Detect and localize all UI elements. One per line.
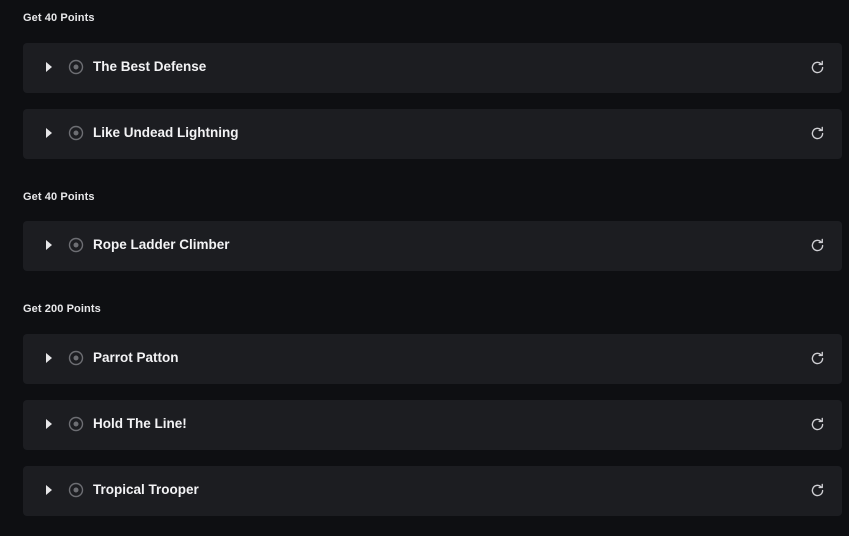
refresh-icon[interactable] [809,125,826,142]
chevron-right-icon[interactable] [46,419,52,429]
radio-unchecked-icon [68,416,84,432]
chevron-right-icon[interactable] [46,353,52,363]
challenge-row-tropical-trooper[interactable]: Tropical Trooper [23,466,842,516]
challenge-row-rope-ladder-climber[interactable]: Rope Ladder Climber [23,221,842,271]
radio-unchecked-icon [68,482,84,498]
challenge-label: The Best Defense [93,59,207,74]
refresh-icon[interactable] [809,416,826,433]
challenge-label: Parrot Patton [93,350,179,365]
chevron-right-icon[interactable] [46,128,52,138]
radio-unchecked-icon [68,125,84,141]
challenge-label: Like Undead Lightning [93,125,239,140]
chevron-right-icon[interactable] [46,485,52,495]
chevron-right-icon[interactable] [46,240,52,250]
challenge-row-the-best-defense[interactable]: The Best Defense [23,43,842,93]
chevron-right-icon[interactable] [46,62,52,72]
radio-unchecked-icon [68,237,84,253]
refresh-icon[interactable] [809,482,826,499]
group-title: Get 40 Points [23,191,95,203]
challenge-row-parrot-patton[interactable]: Parrot Patton [23,334,842,384]
refresh-icon[interactable] [809,59,826,76]
challenge-row-hold-the-line[interactable]: Hold The Line! [23,400,842,450]
refresh-icon[interactable] [809,350,826,367]
refresh-icon[interactable] [809,237,826,254]
challenge-label: Hold The Line! [93,416,187,431]
challenge-label: Rope Ladder Climber [93,237,230,252]
group-title: Get 40 Points [23,12,95,24]
challenge-label: Tropical Trooper [93,482,199,497]
radio-unchecked-icon [68,350,84,366]
challenge-row-like-undead-lightning[interactable]: Like Undead Lightning [23,109,842,159]
radio-unchecked-icon [68,59,84,75]
group-title: Get 200 Points [23,303,101,315]
